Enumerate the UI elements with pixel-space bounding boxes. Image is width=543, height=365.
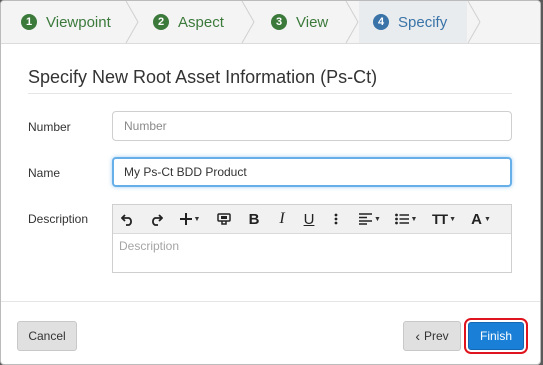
prev-button-label: Prev bbox=[423, 329, 449, 343]
step-label: Viewpoint bbox=[46, 13, 111, 31]
underline-icon[interactable]: U bbox=[300, 209, 318, 229]
step-number: 1 bbox=[21, 14, 37, 30]
step-label: Specify bbox=[398, 13, 448, 31]
editor-toolbar: ▼ B I U ▼ ▼ TT ▼ A ▼ bbox=[113, 205, 511, 234]
step-number: 3 bbox=[271, 14, 287, 30]
new-root-asset-dialog: 1 Viewpoint 2 Aspect 3 View 4 Specify Sp… bbox=[0, 0, 541, 365]
step-viewpoint[interactable]: 1 Viewpoint bbox=[1, 1, 123, 43]
wizard-steps: 1 Viewpoint 2 Aspect 3 View 4 Specify bbox=[1, 1, 540, 44]
title-divider bbox=[28, 93, 512, 94]
description-placeholder: Description bbox=[119, 239, 180, 253]
step-label: View bbox=[296, 13, 329, 31]
step-number: 4 bbox=[373, 14, 389, 30]
number-input[interactable] bbox=[112, 111, 512, 141]
finish-button[interactable]: Finish bbox=[468, 322, 524, 350]
prev-button[interactable]: ‹ Prev bbox=[403, 321, 461, 351]
chevron-separator-icon bbox=[241, 1, 255, 43]
align-icon[interactable]: ▼ bbox=[357, 209, 383, 229]
step-number: 2 bbox=[153, 14, 169, 30]
font-size-icon[interactable]: TT ▼ bbox=[430, 209, 458, 229]
name-label: Name bbox=[28, 166, 61, 180]
step-aspect[interactable]: 2 Aspect bbox=[139, 1, 239, 43]
number-label: Number bbox=[28, 120, 71, 134]
font-size-glyph: TT bbox=[431, 211, 448, 227]
cancel-button[interactable]: Cancel bbox=[17, 321, 77, 351]
redo-icon[interactable] bbox=[147, 209, 165, 229]
chevron-separator-icon bbox=[125, 1, 139, 43]
step-label: Aspect bbox=[178, 13, 224, 31]
insert-icon[interactable]: ▼ bbox=[177, 209, 203, 229]
undo-icon[interactable] bbox=[119, 209, 137, 229]
chevron-separator-icon bbox=[467, 1, 481, 43]
font-color-icon[interactable]: A ▼ bbox=[468, 209, 494, 229]
description-editor[interactable]: ▼ B I U ▼ ▼ TT ▼ A ▼ Description bbox=[112, 204, 512, 273]
footer-divider bbox=[1, 301, 540, 302]
name-input[interactable] bbox=[112, 157, 512, 187]
description-label: Description bbox=[28, 212, 89, 226]
chevron-separator-icon bbox=[345, 1, 359, 43]
font-color-glyph: A bbox=[471, 210, 482, 228]
list-icon[interactable]: ▼ bbox=[393, 209, 419, 229]
step-specify[interactable]: 4 Specify bbox=[359, 1, 467, 43]
more-icon[interactable] bbox=[329, 209, 343, 229]
italic-icon[interactable]: I bbox=[273, 209, 291, 229]
bold-icon[interactable]: B bbox=[245, 209, 263, 229]
step-view[interactable]: 3 View bbox=[255, 1, 345, 43]
chevron-left-icon: ‹ bbox=[415, 328, 420, 344]
dialog-title: Specify New Root Asset Information (Ps-C… bbox=[28, 67, 378, 87]
style-icon[interactable] bbox=[215, 209, 233, 229]
